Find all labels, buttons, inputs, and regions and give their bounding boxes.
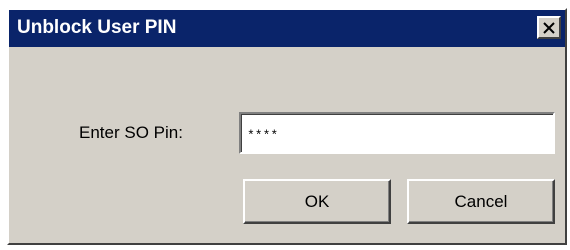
unblock-pin-dialog: Unblock User PIN Enter SO Pin: OK Cancel [7, 8, 567, 245]
close-icon [543, 21, 555, 34]
window-title: Unblock User PIN [17, 17, 177, 38]
title-bar[interactable]: Unblock User PIN [9, 10, 565, 47]
close-button[interactable] [537, 16, 561, 39]
pin-input[interactable] [239, 112, 555, 154]
cancel-button[interactable]: Cancel [407, 179, 555, 224]
pin-label: Enter SO Pin: [79, 123, 183, 142]
ok-button[interactable]: OK [243, 179, 391, 224]
